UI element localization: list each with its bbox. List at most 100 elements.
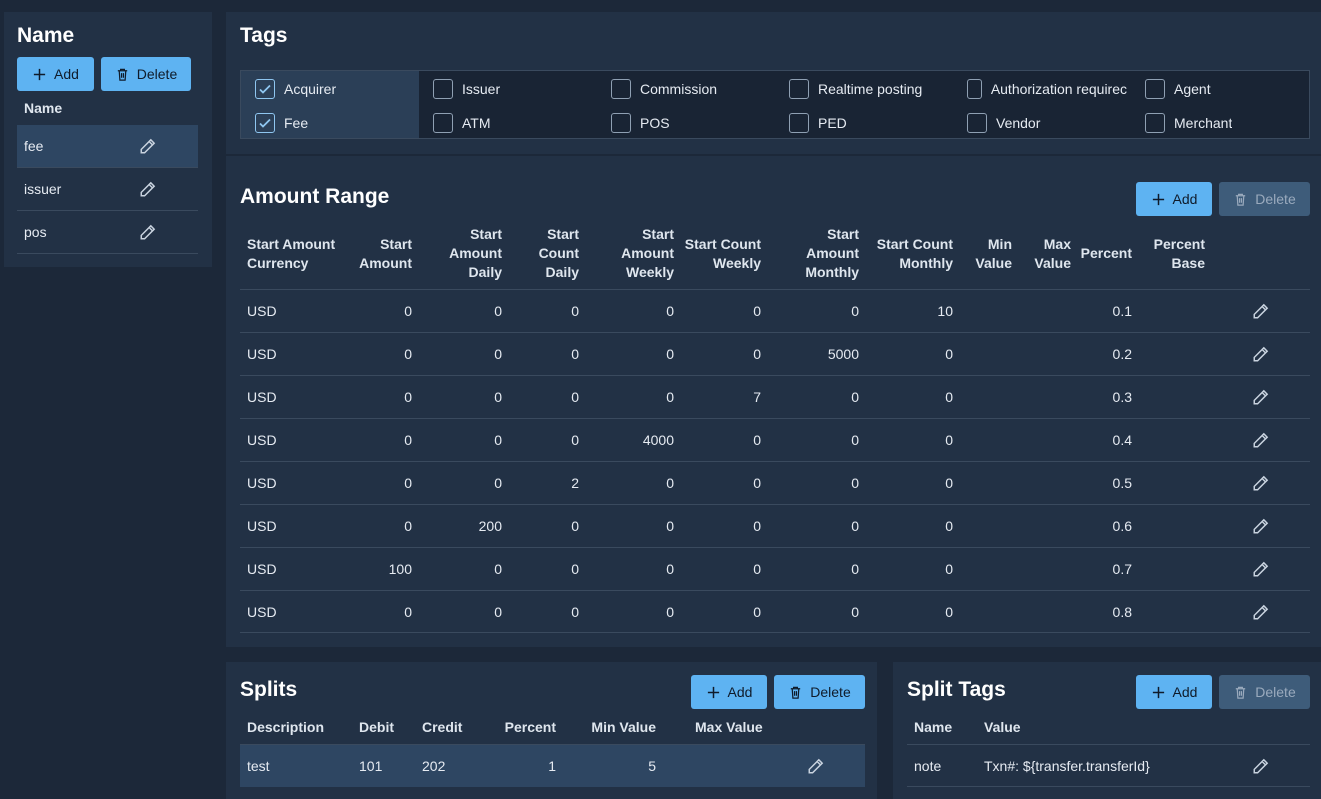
splits-delete-button[interactable]: Delete xyxy=(774,675,865,709)
tag-label: ATM xyxy=(462,115,491,131)
amount-header-10: Percent xyxy=(1080,245,1132,261)
checkbox-icon[interactable] xyxy=(1145,113,1165,133)
pencil-icon[interactable] xyxy=(807,757,825,775)
table-cell: USD xyxy=(247,518,277,534)
tag-vendor[interactable]: Vendor xyxy=(967,111,1127,135)
split-tags-add-button[interactable]: Add xyxy=(1136,675,1212,709)
tag-issuer[interactable]: Issuer xyxy=(433,77,500,101)
name-row-pos[interactable]: pos xyxy=(17,211,198,254)
tag-ped[interactable]: PED xyxy=(789,111,847,135)
checkbox-icon[interactable] xyxy=(611,79,631,99)
amount-header-3: Start Count Daily xyxy=(538,226,579,280)
name-row-fee[interactable]: fee xyxy=(17,125,198,168)
split-tags-delete-button[interactable]: Delete xyxy=(1219,675,1310,709)
table-row[interactable]: USD 0 0 2 0 0 0 0 0.5 xyxy=(240,461,1310,504)
table-cell: 0.4 xyxy=(1112,432,1132,448)
checkbox-checked-icon[interactable] xyxy=(255,79,275,99)
table-cell: 0 xyxy=(851,475,859,491)
trash-icon xyxy=(115,67,130,82)
tag-acquirer[interactable]: Acquirer xyxy=(255,77,336,101)
pencil-icon[interactable] xyxy=(139,180,157,198)
table-cell: 0 xyxy=(404,303,412,319)
checkbox-icon[interactable] xyxy=(1145,79,1165,99)
pencil-icon[interactable] xyxy=(139,223,157,241)
checkbox-icon[interactable] xyxy=(611,113,631,133)
table-cell: note xyxy=(914,758,942,774)
tag-realtime-posting[interactable]: Realtime posting xyxy=(789,77,922,101)
tag-pos[interactable]: POS xyxy=(611,111,670,135)
table-row[interactable]: USD 0 0 0 4000 0 0 0 0.4 xyxy=(240,418,1310,461)
table-cell: 0 xyxy=(494,475,502,491)
name-row-issuer[interactable]: issuer xyxy=(17,168,198,211)
pencil-icon[interactable] xyxy=(1252,603,1270,621)
tag-commission[interactable]: Commission xyxy=(611,77,717,101)
pencil-icon[interactable] xyxy=(139,137,157,155)
splits-add-label: Add xyxy=(727,684,753,700)
tag-label: Commission xyxy=(640,81,718,97)
tag-label: Fee xyxy=(284,115,309,131)
amount-range-delete-button[interactable]: Delete xyxy=(1219,182,1310,216)
table-row[interactable]: USD 0 200 0 0 0 0 0 0.6 xyxy=(240,504,1310,547)
tag-label: POS xyxy=(640,115,670,131)
tag-merchant[interactable]: Merchant xyxy=(1145,111,1232,135)
tag-fee[interactable]: Fee xyxy=(255,111,308,135)
table-row[interactable]: note Txn#: ${transfer.transferId} xyxy=(907,744,1310,787)
pencil-icon[interactable] xyxy=(1252,474,1270,492)
table-row[interactable]: test 101 202 1 5 xyxy=(240,744,865,787)
table-row[interactable]: USD 0 0 0 0 0 5000 0 0.2 xyxy=(240,332,1310,375)
table-cell: 0 xyxy=(945,604,953,620)
splits-header-min-value: Min Value xyxy=(591,719,656,735)
checkbox-icon[interactable] xyxy=(789,113,809,133)
splits-header-max-value: Max Value xyxy=(695,719,763,735)
checkbox-icon[interactable] xyxy=(433,113,453,133)
table-cell: 0 xyxy=(753,561,761,577)
pencil-icon[interactable] xyxy=(1252,302,1270,320)
checkbox-icon[interactable] xyxy=(967,113,987,133)
table-cell: 0 xyxy=(494,389,502,405)
pencil-icon[interactable] xyxy=(1252,517,1270,535)
table-row[interactable]: USD 0 0 0 0 0 0 10 0.1 xyxy=(240,289,1310,332)
table-cell: 0 xyxy=(494,432,502,448)
name-delete-button[interactable]: Delete xyxy=(101,57,191,91)
table-cell: test xyxy=(247,758,270,774)
plus-icon xyxy=(32,67,47,82)
amount-header-2: Start Amount Daily xyxy=(449,226,502,280)
tag-agent[interactable]: Agent xyxy=(1145,77,1211,101)
amount-header-11: Percent Base xyxy=(1153,236,1205,271)
table-cell: 0.8 xyxy=(1112,604,1132,620)
table-row[interactable]: USD 100 0 0 0 0 0 0 0.7 xyxy=(240,547,1310,590)
tag-label: PED xyxy=(818,115,847,131)
table-cell: 0 xyxy=(851,561,859,577)
name-add-button[interactable]: Add xyxy=(17,57,94,91)
table-cell: 0.6 xyxy=(1112,518,1132,534)
checkbox-checked-icon[interactable] xyxy=(255,113,275,133)
pencil-icon[interactable] xyxy=(1252,757,1270,775)
pencil-icon[interactable] xyxy=(1252,345,1270,363)
pencil-icon[interactable] xyxy=(1252,560,1270,578)
checkbox-icon[interactable] xyxy=(433,79,453,99)
table-row[interactable]: USD 0 0 0 0 0 0 0 0.8 xyxy=(240,590,1310,633)
pencil-icon[interactable] xyxy=(1252,388,1270,406)
pencil-icon[interactable] xyxy=(1252,431,1270,449)
table-cell: 0 xyxy=(666,561,674,577)
checkbox-icon[interactable] xyxy=(967,79,982,99)
checkbox-icon[interactable] xyxy=(789,79,809,99)
split-tags-header-value: Value xyxy=(984,719,1021,735)
table-cell: 0 xyxy=(851,389,859,405)
tag-atm[interactable]: ATM xyxy=(433,111,491,135)
table-cell: 101 xyxy=(359,758,383,774)
tag-label: Acquirer xyxy=(284,81,337,97)
table-cell: 0 xyxy=(404,346,412,362)
table-cell: 0 xyxy=(666,303,674,319)
splits-add-button[interactable]: Add xyxy=(691,675,767,709)
plus-icon xyxy=(1151,192,1166,207)
amount-range-add-button[interactable]: Add xyxy=(1136,182,1212,216)
tags-title: Tags xyxy=(240,24,288,47)
table-cell: 0 xyxy=(404,518,412,534)
table-cell: 0.7 xyxy=(1112,561,1132,577)
amount-header-1: Start Amount xyxy=(359,236,412,271)
tag-authorization-requirec[interactable]: Authorization requirec xyxy=(967,77,1127,101)
table-row[interactable]: USD 0 0 0 0 7 0 0 0.3 xyxy=(240,375,1310,418)
table-cell: 0 xyxy=(571,346,579,362)
table-cell: 200 xyxy=(478,518,502,534)
